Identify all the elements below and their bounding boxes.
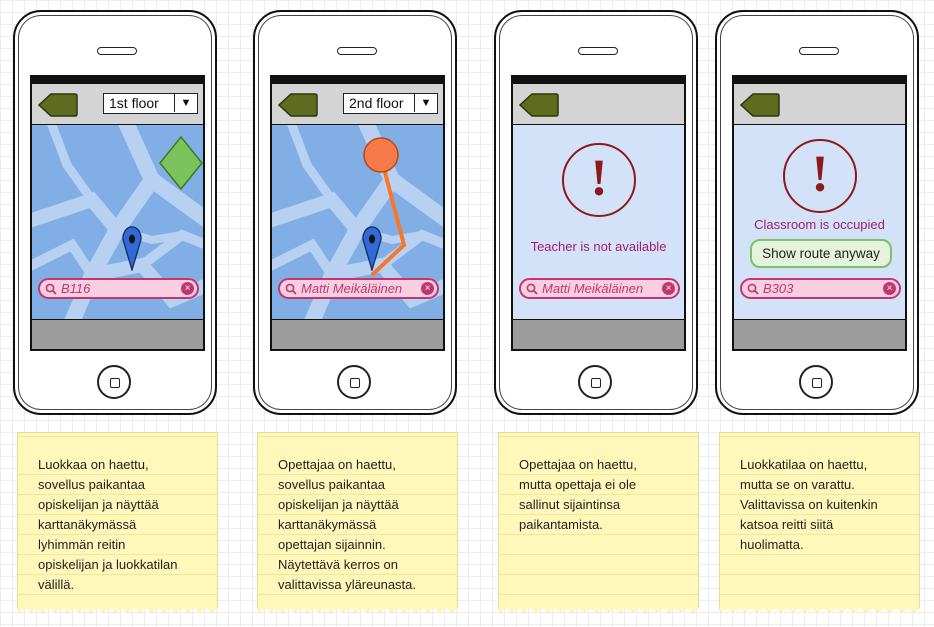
location-pin-icon (362, 226, 382, 271)
top-bar (513, 84, 684, 125)
top-bar: 1st floor ▼ (32, 84, 203, 125)
destination-marker-icon (159, 135, 203, 191)
status-message: Teacher is not available (530, 239, 667, 254)
note-text: Opettajaa on haettu, sovellus paikantaa … (278, 457, 417, 592)
floor-select[interactable]: 2nd floor ▼ (343, 93, 438, 114)
bottom-bar (32, 319, 203, 349)
warning-icon: ! (783, 139, 857, 213)
clear-icon[interactable]: × (181, 282, 194, 295)
back-arrow-icon[interactable] (740, 93, 780, 117)
sticky-note-4: Luokkatilaa on haettu, mutta se on varat… (719, 432, 920, 612)
sticky-note-1: Luokkaa on haettu, sovellus paikantaa op… (17, 432, 218, 612)
message-view: ! Classroom is occupied Show route anywa… (734, 125, 905, 322)
screen: ! Classroom is occupied Show route anywa… (732, 75, 907, 351)
phone-mockup-3: ! Teacher is not available Matti Meikälä… (494, 10, 698, 415)
status-bar (513, 77, 684, 84)
bottom-bar (272, 319, 443, 349)
bottom-bar (734, 319, 905, 349)
floor-select-value: 2nd floor (349, 95, 404, 111)
speaker (97, 47, 137, 55)
teacher-location-marker (363, 137, 399, 173)
phone-mockup-4: ! Classroom is occupied Show route anywa… (715, 10, 919, 415)
status-bar (32, 77, 203, 84)
status-bar (272, 77, 443, 84)
chevron-down-icon[interactable]: ▼ (414, 94, 437, 112)
home-button[interactable] (337, 365, 371, 399)
warning-symbol: ! (811, 146, 829, 203)
clear-icon[interactable]: × (883, 282, 896, 295)
phone-mockup-2: 2nd floor ▼ Matti Meikäläinen × (253, 10, 457, 415)
note-text: Luokkaa on haettu, sovellus paikantaa op… (38, 457, 178, 592)
status-bar (734, 77, 905, 84)
speaker (799, 47, 839, 55)
clear-icon[interactable]: × (421, 282, 434, 295)
search-value: B116 (61, 281, 91, 296)
location-pin-icon (122, 226, 142, 271)
home-button[interactable] (799, 365, 833, 399)
search-icon (526, 283, 538, 295)
speaker (337, 47, 377, 55)
note-text: Opettajaa on haettu, mutta opettaja ei o… (519, 457, 637, 532)
screen: 1st floor ▼ B116 × (30, 75, 205, 351)
back-arrow-icon[interactable] (278, 93, 318, 117)
message-view: ! Teacher is not available Matti Meikälä… (513, 125, 684, 322)
back-arrow-icon[interactable] (519, 93, 559, 117)
sticky-note-2: Opettajaa on haettu, sovellus paikantaa … (257, 432, 458, 612)
status-message: Classroom is occupied (754, 217, 885, 232)
bottom-bar (513, 319, 684, 349)
search-value: B303 (763, 281, 794, 296)
back-arrow-icon[interactable] (38, 93, 78, 117)
home-button[interactable] (578, 365, 612, 399)
floor-select-value: 1st floor (109, 95, 159, 111)
map-view[interactable]: Matti Meikäläinen × (272, 125, 443, 322)
search-value: Matti Meikäläinen (301, 281, 403, 296)
screen: ! Teacher is not available Matti Meikälä… (511, 75, 686, 351)
search-input[interactable]: Matti Meikäläinen × (278, 278, 439, 299)
chevron-down-icon[interactable]: ▼ (174, 94, 197, 112)
search-icon (285, 283, 297, 295)
warning-icon: ! (562, 143, 636, 217)
screen: 2nd floor ▼ Matti Meikäläinen × (270, 75, 445, 351)
search-icon (45, 283, 57, 295)
floor-select[interactable]: 1st floor ▼ (103, 93, 198, 114)
speaker (578, 47, 618, 55)
search-input[interactable]: B116 × (38, 278, 199, 299)
top-bar (734, 84, 905, 125)
search-value: Matti Meikäläinen (542, 281, 644, 296)
top-bar: 2nd floor ▼ (272, 84, 443, 125)
home-button[interactable] (97, 365, 131, 399)
clear-icon[interactable]: × (662, 282, 675, 295)
phone-mockup-1: 1st floor ▼ B116 × (13, 10, 217, 415)
show-route-button[interactable]: Show route anyway (750, 239, 892, 268)
search-input[interactable]: Matti Meikäläinen × (519, 278, 680, 299)
search-input[interactable]: B303 × (740, 278, 901, 299)
map-view[interactable]: B116 × (32, 125, 203, 322)
note-text: Luokkatilaa on haettu, mutta se on varat… (740, 457, 878, 552)
sticky-note-3: Opettajaa on haettu, mutta opettaja ei o… (498, 432, 699, 612)
search-icon (747, 283, 759, 295)
warning-symbol: ! (590, 150, 608, 207)
